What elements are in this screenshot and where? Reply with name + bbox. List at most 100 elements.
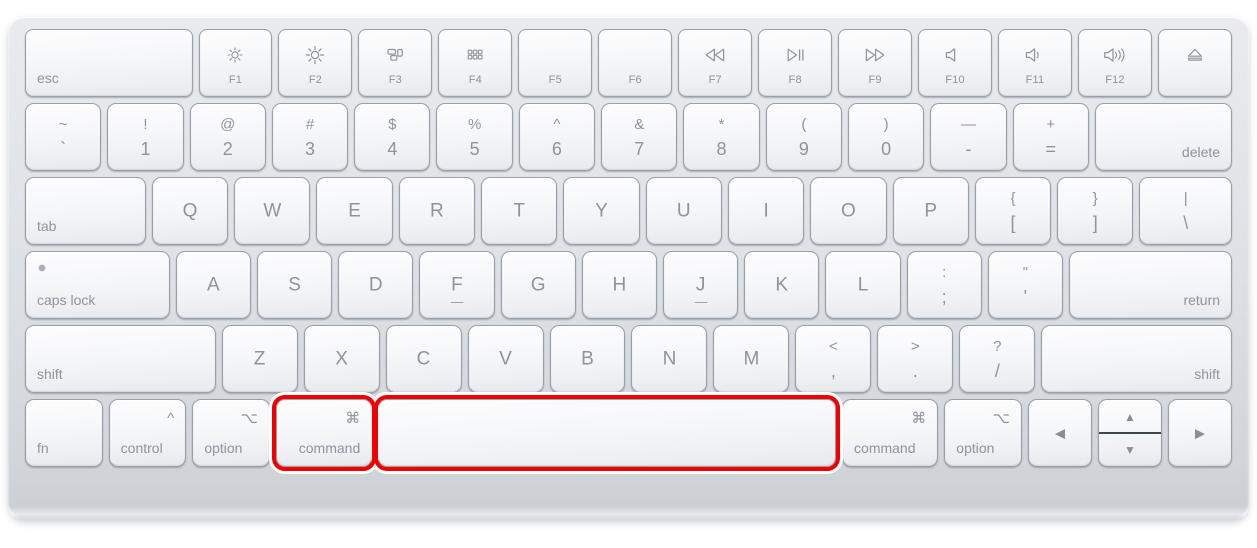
arrow-up-glyph[interactable]: ▲ xyxy=(1099,400,1161,433)
key-digit-9[interactable]: (9 xyxy=(765,103,842,171)
key-key-v[interactable]: V xyxy=(467,325,544,393)
key-arrow-up-down[interactable]: ▲ ▼ xyxy=(1097,399,1162,467)
key-legend-shifted: } xyxy=(1092,190,1098,207)
key-space[interactable] xyxy=(371,392,843,474)
key-f10[interactable]: F10 xyxy=(918,29,993,97)
key-modifier-glyph: ⌘ xyxy=(911,410,927,427)
key-legend-base: 9 xyxy=(798,139,809,159)
key-delete[interactable]: delete xyxy=(1094,103,1233,171)
key-key-d[interactable]: D xyxy=(338,251,414,319)
key-caps-lock[interactable]: caps lock xyxy=(25,251,170,319)
key-key-k[interactable]: K xyxy=(744,251,820,319)
key-f8[interactable]: F8 xyxy=(758,29,833,97)
key-key-p[interactable]: P xyxy=(892,177,969,245)
key-f5[interactable]: F5 xyxy=(518,29,593,97)
key-f9[interactable]: F9 xyxy=(838,29,913,97)
key-key-u[interactable]: U xyxy=(645,177,722,245)
key-key-f[interactable]: F xyxy=(419,251,495,319)
key-shift-right[interactable]: shift xyxy=(1041,325,1232,393)
key-arrow-right[interactable]: ▶ xyxy=(1167,399,1232,467)
key-legend-shifted: $ xyxy=(388,116,397,133)
key-key-n[interactable]: N xyxy=(631,325,708,393)
key-digit-1[interactable]: ! 1 xyxy=(107,103,184,171)
key-tab[interactable]: tab xyxy=(25,177,146,245)
key-f11[interactable]: F11 xyxy=(998,29,1072,97)
key-legend-base: 4 xyxy=(387,139,398,159)
key-key-e[interactable]: E xyxy=(316,177,393,245)
key-bracket-left[interactable]: {[ xyxy=(974,177,1052,245)
key-key-t[interactable]: T xyxy=(481,177,558,245)
key-f6[interactable]: F6 xyxy=(598,29,673,97)
key-esc[interactable]: esc xyxy=(25,29,193,97)
key-digit-6[interactable]: ^ 6 xyxy=(518,103,596,171)
key-f4[interactable]: F4 xyxy=(438,29,513,97)
key-minus[interactable]: — - xyxy=(930,103,1007,171)
key-backtick[interactable]: ~ ` xyxy=(25,103,102,171)
key-semicolon[interactable]: :; xyxy=(906,251,982,319)
key-eject[interactable] xyxy=(1157,29,1232,97)
key-f12[interactable]: F12 xyxy=(1078,29,1152,97)
key-equals[interactable]: + = xyxy=(1012,103,1089,171)
key-f1[interactable]: F1 xyxy=(198,29,273,97)
key-legend: Q xyxy=(182,200,198,222)
key-slash[interactable]: ? / xyxy=(959,325,1036,393)
key-f3[interactable]: F3 xyxy=(358,29,433,97)
key-digit-5[interactable]: % 5 xyxy=(436,103,513,171)
key-fn[interactable]: fn xyxy=(25,399,103,467)
mission-control-icon xyxy=(359,44,431,66)
key-caption: F5 xyxy=(548,74,562,86)
key-command-right[interactable]: ⌘ command xyxy=(842,399,939,467)
key-legend: G xyxy=(530,274,546,296)
key-key-l[interactable]: L xyxy=(825,251,901,319)
key-option-left[interactable]: ⌥ option xyxy=(192,399,270,467)
key-return[interactable]: return xyxy=(1068,251,1233,319)
key-key-b[interactable]: B xyxy=(549,325,626,393)
mute-icon xyxy=(919,44,991,66)
key-digit-4[interactable]: $4 xyxy=(354,103,431,171)
key-key-m[interactable]: M xyxy=(713,325,790,393)
arrow-down-glyph[interactable]: ▼ xyxy=(1099,433,1161,466)
key-key-r[interactable]: R xyxy=(398,177,476,245)
key-f2[interactable]: F2 xyxy=(278,29,353,97)
key-digit-3[interactable]: #3 xyxy=(271,103,349,171)
key-digit-7[interactable]: & 7 xyxy=(601,103,678,171)
key-digit-0[interactable]: ) 0 xyxy=(847,103,925,171)
key-key-w[interactable]: W xyxy=(234,177,311,245)
key-key-a[interactable]: A xyxy=(175,251,251,319)
key-key-x[interactable]: X xyxy=(303,325,380,393)
keyboard-row-number-row: ~ `! 1 @2 #3 $4% 5 ^ 6 & 7 * 8(9) 0— - + = delete xyxy=(25,103,1233,171)
key-digit-8[interactable]: * 8 xyxy=(683,103,760,171)
key-digit-2[interactable]: @2 xyxy=(189,103,266,171)
key-key-j[interactable]: J xyxy=(662,251,739,319)
key-shift-left[interactable]: shift xyxy=(25,325,216,393)
key-arrow-left[interactable]: ◀ xyxy=(1027,399,1092,467)
keyboard-body: esc F1 F2 F3 F4 F5 F6 F7 F8 F9 F10 F11 F12 xyxy=(8,17,1249,520)
key-caption: F8 xyxy=(788,74,802,86)
key-backslash[interactable]: | \ xyxy=(1139,177,1233,245)
key-key-g[interactable]: G xyxy=(500,251,576,319)
key-bracket-right[interactable]: }] xyxy=(1057,177,1134,245)
key-comma[interactable]: <, xyxy=(795,325,872,393)
key-legend-base: ` xyxy=(60,139,67,159)
key-caption: F11 xyxy=(1025,74,1045,86)
key-key-z[interactable]: Z xyxy=(221,325,298,393)
key-period[interactable]: >. xyxy=(877,325,954,393)
key-legend-base: / xyxy=(994,361,1000,381)
key-quote[interactable]: " ' xyxy=(987,251,1063,319)
key-key-s[interactable]: S xyxy=(256,251,333,319)
key-option-right[interactable]: ⌥ option xyxy=(944,399,1022,467)
key-legend: J xyxy=(695,274,706,296)
key-key-h[interactable]: H xyxy=(581,251,657,319)
homing-bar xyxy=(694,301,708,303)
key-control[interactable]: ^ control xyxy=(108,399,187,467)
key-key-c[interactable]: C xyxy=(385,325,462,393)
key-key-q[interactable]: Q xyxy=(151,177,229,245)
key-f7[interactable]: F7 xyxy=(678,29,753,97)
keyboard-row-shift-row: shift Z X C V B N M <, >.? / shift xyxy=(25,325,1232,393)
key-key-i[interactable]: I xyxy=(727,177,805,245)
key-command-left[interactable]: ⌘ command xyxy=(268,392,380,474)
key-key-y[interactable]: Y xyxy=(563,177,640,245)
key-key-o[interactable]: O xyxy=(810,177,887,245)
key-legend-base: ' xyxy=(1023,287,1028,307)
key-legend-base: . xyxy=(912,361,918,381)
